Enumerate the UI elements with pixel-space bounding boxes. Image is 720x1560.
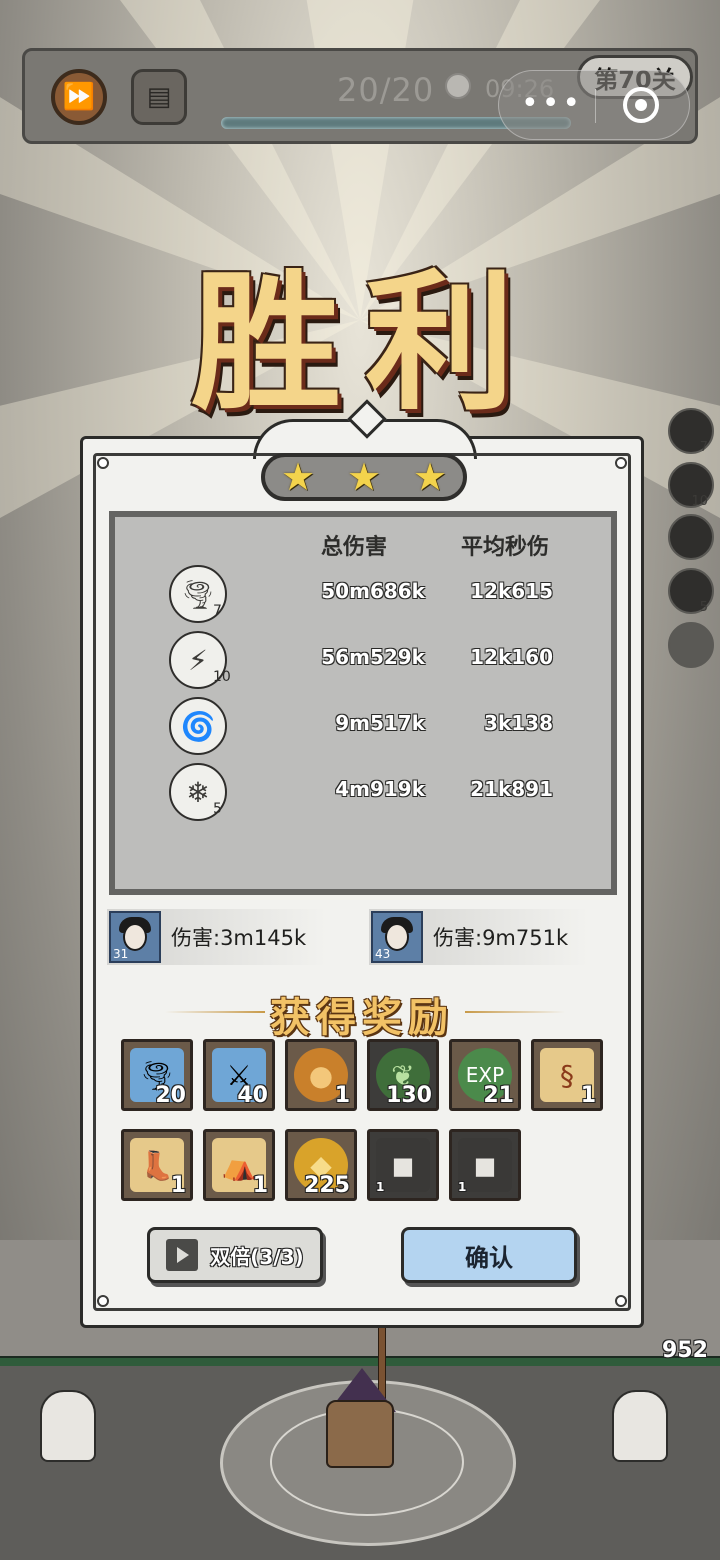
wizard-character	[326, 1400, 394, 1468]
wall-hp-value: 952	[662, 1338, 708, 1363]
reward-count: 1	[376, 1180, 385, 1194]
star-rating: ★ ★ ★	[261, 453, 467, 501]
hero-avatar: 43	[371, 911, 423, 963]
avg-dps-value: 21k891	[470, 777, 553, 801]
hero-level: 31	[113, 947, 129, 961]
reward-count: 1	[458, 1180, 467, 1194]
reward-item[interactable]: ◆ 225	[285, 1129, 357, 1201]
star-icon: ★	[280, 455, 316, 499]
reward-item[interactable]: ❦ 130	[367, 1039, 439, 1111]
stats-row: ❄ 5 4m919k 21k891	[115, 763, 611, 823]
mini-program-capsule: •••	[498, 70, 690, 140]
stats-row: ⚡ 10 56m529k 12k160	[115, 631, 611, 691]
side-skill-4: 5	[668, 568, 714, 615]
ally-soldier-right	[612, 1390, 668, 1462]
reward-item[interactable]: ◼ 1	[449, 1129, 521, 1201]
star-icon: ★	[346, 455, 382, 499]
reward-item[interactable]: 🌪 20	[121, 1039, 193, 1111]
close-mini-program-button[interactable]	[623, 87, 659, 123]
reward-count: 1	[334, 1083, 350, 1108]
total-damage-value: 9m517k	[335, 711, 425, 735]
reward-item[interactable]: ⛺ 1	[203, 1129, 275, 1201]
double-reward-label: 双倍(3/3)	[210, 1244, 304, 1269]
capsule-divider	[595, 89, 596, 123]
stats-row: 🌪 7 50m686k 12k615	[115, 565, 611, 625]
wave-counter: 20/20	[337, 71, 435, 109]
star-icon: ★	[412, 455, 448, 499]
reward-item[interactable]: ⚔ 40	[203, 1039, 275, 1111]
ally-soldier-left	[40, 1390, 96, 1462]
damage-stats-panel: 总伤害 平均秒伤 🌪 7 50m686k 12k615 ⚡ 10 56m529k…	[109, 511, 617, 895]
video-ad-icon	[166, 1239, 199, 1271]
fast-forward-button[interactable]: ⏩	[51, 69, 107, 125]
side-skill-2: 10	[668, 462, 714, 509]
reward-item[interactable]: EXP 21	[449, 1039, 521, 1111]
reward-count: 20	[155, 1083, 186, 1108]
hero-damage-2: 43 伤害:9m751k	[371, 909, 568, 965]
total-damage-header: 总伤害	[321, 535, 388, 560]
treasure-chest-icon: ▤	[146, 82, 172, 112]
total-damage-value: 4m919k	[335, 777, 425, 801]
reward-count: 40	[237, 1083, 268, 1108]
reward-count: 225	[304, 1173, 350, 1198]
reward-item[interactable]: § 1	[531, 1039, 603, 1111]
frame-corner	[97, 1295, 109, 1307]
reward-count: 1	[252, 1173, 268, 1198]
side-skill-3	[668, 514, 714, 560]
hero-avatar: 31	[109, 911, 161, 963]
total-damage-value: 50m686k	[321, 579, 425, 603]
whirlwind-icon: 🌀	[169, 697, 227, 755]
victory-dialog: ★ ★ ★ 总伤害 平均秒伤 🌪 7 50m686k 12k615 ⚡ 10 5…	[80, 399, 644, 1328]
reward-count: 21	[483, 1083, 514, 1108]
clock-icon	[445, 73, 471, 99]
skill-level: 7	[213, 603, 222, 619]
reward-item[interactable]: ◼ 1	[367, 1129, 439, 1201]
reward-count: 130	[386, 1083, 432, 1108]
stats-row: 🌀 9m517k 3k138	[115, 697, 611, 757]
frame-corner	[615, 1295, 627, 1307]
frame-corner	[97, 457, 109, 469]
avg-dps-value: 3k138	[484, 711, 553, 735]
skill-level: 10	[213, 669, 231, 685]
side-skill-5	[668, 622, 714, 668]
avg-dps-value: 12k160	[470, 645, 553, 669]
double-reward-button[interactable]: 双倍(3/3)	[147, 1227, 323, 1283]
hero-damage-text: 伤害:9m751k	[433, 926, 569, 950]
more-menu-button[interactable]: •••	[521, 89, 583, 119]
frame-corner	[615, 457, 627, 469]
hero-level: 43	[375, 947, 391, 961]
treasure-chest-button[interactable]: ▤	[131, 69, 187, 125]
reward-item[interactable]: ● 1	[285, 1039, 357, 1111]
reward-count: 1	[580, 1083, 596, 1108]
side-skill-1: 7	[668, 408, 714, 455]
hero-damage-text: 伤害:3m145k	[171, 926, 307, 950]
rewards-title: 获得奖励	[270, 994, 454, 1041]
confirm-button[interactable]: 确认	[401, 1227, 577, 1283]
total-damage-value: 56m529k	[321, 645, 425, 669]
confirm-label: 确认	[465, 1243, 513, 1272]
avg-dps-value: 12k615	[470, 579, 553, 603]
fast-forward-icon: ⏩	[62, 82, 96, 112]
hero-damage-1: 31 伤害:3m145k	[109, 909, 306, 965]
skill-level: 5	[213, 801, 222, 817]
reward-count: 1	[170, 1173, 186, 1198]
avg-dps-header: 平均秒伤	[461, 535, 550, 560]
reward-item[interactable]: 👢 1	[121, 1129, 193, 1201]
